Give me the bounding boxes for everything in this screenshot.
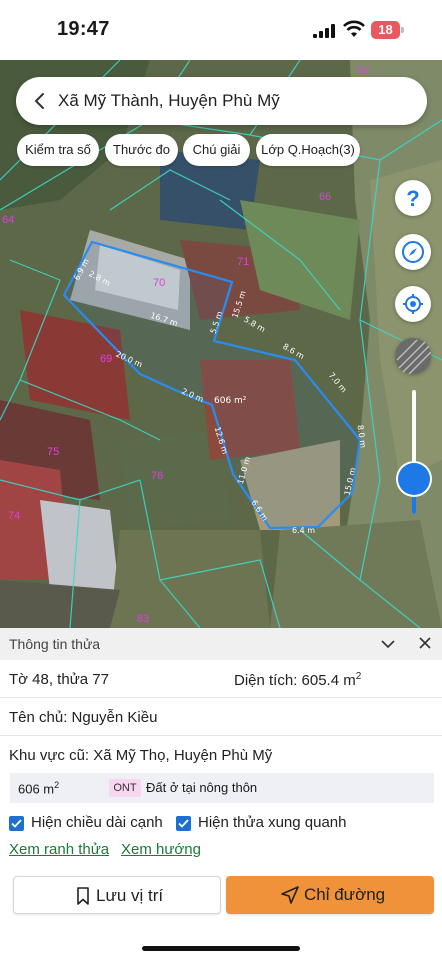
land-use-code-badge: ONT (109, 779, 141, 797)
opacity-slider-thumb[interactable] (398, 463, 430, 495)
locate-icon (403, 294, 423, 314)
sheet-parcel: Tờ 48, thửa 77 (9, 671, 109, 688)
show-edge-length-label[interactable]: Hiện chiều dài cạnh (31, 814, 163, 831)
panel-title: Thông tin thửa (9, 636, 101, 652)
navigation-arrow-icon (281, 886, 299, 904)
show-neighbors-label[interactable]: Hiện thửa xung quanh (198, 814, 346, 831)
directions-label: Chỉ đường (304, 885, 386, 904)
home-indicator (142, 946, 300, 951)
plot-number: 76 (151, 470, 164, 482)
compass-button[interactable] (395, 234, 431, 270)
land-use-area-sup: 2 (54, 780, 60, 790)
plot-number: 75 (47, 446, 60, 458)
plot-number: 64 (2, 214, 15, 226)
land-use-area-text: 606 m (18, 781, 55, 797)
checkmark-icon (178, 819, 189, 828)
area-unit-sup: 2 (355, 671, 362, 682)
bookmark-icon (77, 887, 89, 905)
battery-icon: 18 (371, 21, 404, 39)
directions-button[interactable]: Chỉ đường (226, 876, 434, 914)
parcel-area-text: Diện tích: 605.4 m (234, 672, 356, 689)
location-title: Xã Mỹ Thành, Huyện Phù Mỹ (58, 91, 280, 110)
wifi-icon (343, 20, 365, 37)
plot-number: 71 (237, 256, 250, 268)
plot-number: 69 (100, 353, 113, 365)
view-direction-link[interactable]: Xem hướng (121, 841, 201, 858)
plot-number: 66 (319, 191, 332, 203)
land-use-description: Đất ở tại nông thôn (146, 780, 258, 795)
locate-button[interactable] (395, 286, 431, 322)
close-icon[interactable] (418, 636, 432, 650)
old-area: Khu vực cũ: Xã Mỹ Thọ, Huyện Phù Mỹ (9, 747, 273, 764)
layer-toggle-button[interactable] (395, 338, 431, 374)
owner-row: Tên chủ: Nguyễn Kiều (0, 698, 442, 736)
plot-number: 62 (357, 65, 370, 77)
svg-text:?: ? (406, 186, 419, 210)
cellular-signal-icon (313, 24, 337, 38)
parcel-area: Diện tích: 605.4 m2 (234, 671, 361, 689)
chip-check-number[interactable]: Kiểm tra số (17, 134, 99, 166)
map-view[interactable]: 62 64 66 71 70 69 75 76 74 83 6.9 m 2.8 … (0, 60, 442, 628)
back-arrow-icon[interactable] (28, 89, 52, 113)
edge-length: 6.4 m (292, 526, 316, 535)
chip-measure[interactable]: Thước đo (105, 134, 178, 166)
status-time: 19:47 (57, 18, 110, 40)
parcel-id-row: Tờ 48, thửa 77 Diện tích: 605.4 m2 (0, 660, 442, 698)
help-icon: ? (406, 186, 419, 210)
status-bar: 19:47 18 (0, 0, 442, 60)
plot-number: 83 (137, 613, 150, 625)
owner-name: Tên chủ: Nguyễn Kiều (9, 709, 158, 726)
battery-level: 18 (371, 21, 400, 39)
checkmark-icon (11, 819, 22, 828)
satellite-layer-icon (395, 338, 431, 374)
help-button[interactable]: ? (395, 180, 431, 216)
show-edge-length-checkbox[interactable] (9, 816, 24, 831)
chip-planning-layer[interactable]: Lớp Q.Hoạch(3) (256, 134, 360, 166)
parcel-info-panel: Thông tin thửa Tờ 48, thửa 77 Diện tích:… (0, 628, 442, 960)
chevron-down-icon[interactable] (380, 636, 396, 652)
panel-header: Thông tin thửa (0, 628, 442, 660)
land-use-area: 606 m2 (18, 780, 59, 796)
save-location-label: Lưu vị trí (96, 886, 164, 905)
plot-number: 74 (8, 510, 21, 522)
chip-legend[interactable]: Chú giải (183, 134, 250, 166)
show-neighbors-checkbox[interactable] (176, 816, 191, 831)
parcel-area-label: 606 m² (214, 396, 247, 406)
old-area-row: Khu vực cũ: Xã Mỹ Thọ, Huyện Phù Mỹ (0, 736, 442, 774)
plot-number: 70 (153, 277, 166, 289)
view-boundary-link[interactable]: Xem ranh thửa (9, 841, 109, 858)
compass-icon (402, 241, 424, 263)
save-location-button[interactable]: Lưu vị trí (13, 876, 221, 914)
land-use-row: 606 m2 ONT Đất ở tại nông thôn (10, 773, 434, 803)
location-search-bar[interactable]: Xã Mỹ Thành, Huyện Phù Mỹ (16, 77, 427, 125)
